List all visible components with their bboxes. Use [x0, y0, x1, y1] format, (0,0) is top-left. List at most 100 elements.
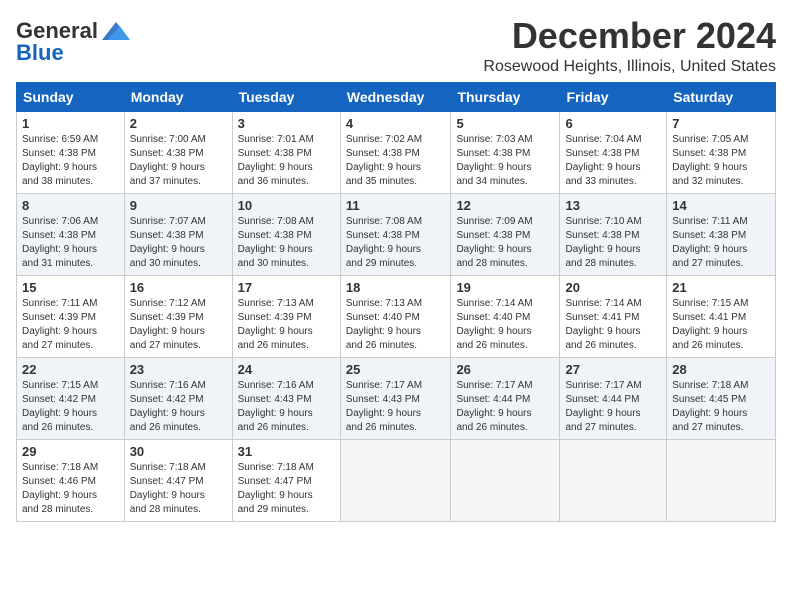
calendar-cell: 22 Sunrise: 7:15 AM Sunset: 4:42 PM Dayli… [17, 357, 125, 439]
logo-icon [102, 22, 130, 40]
calendar-cell: 26Sunrise: 7:17 AM Sunset: 4:44 PM Dayli… [451, 357, 560, 439]
day-number: 9 [130, 198, 227, 213]
day-number: 4 [346, 116, 446, 131]
calendar-cell: 24Sunrise: 7:16 AM Sunset: 4:43 PM Dayli… [232, 357, 340, 439]
day-number: 24 [238, 362, 335, 377]
day-info: Sunrise: 7:01 AM Sunset: 4:38 PM Dayligh… [238, 133, 335, 189]
day-info: Sunrise: 7:07 AM Sunset: 4:38 PM Dayligh… [130, 215, 227, 271]
calendar-cell: 17Sunrise: 7:13 AM Sunset: 4:39 PM Dayli… [232, 275, 340, 357]
day-number: 25 [346, 362, 446, 377]
day-info: Sunrise: 7:12 AM Sunset: 4:39 PM Dayligh… [130, 297, 227, 353]
day-number: 2 [130, 116, 227, 131]
weekday-header-row: SundayMondayTuesdayWednesdayThursdayFrid… [17, 82, 776, 111]
calendar-cell: 23Sunrise: 7:16 AM Sunset: 4:42 PM Dayli… [124, 357, 232, 439]
day-info: Sunrise: 7:08 AM Sunset: 4:38 PM Dayligh… [238, 215, 335, 271]
day-number: 27 [565, 362, 661, 377]
day-info: Sunrise: 7:17 AM Sunset: 4:44 PM Dayligh… [565, 379, 661, 435]
calendar-cell: 31 Sunrise: 7:18 AM Sunset: 4:47 PM Dayli… [232, 439, 340, 521]
day-info: Sunrise: 7:14 AM Sunset: 4:40 PM Dayligh… [456, 297, 554, 353]
day-info: Sunrise: 7:15 AM Sunset: 4:42 PM Dayligh… [22, 379, 119, 435]
day-number: 22 [22, 362, 119, 377]
month-title: December 2024 [483, 16, 776, 56]
calendar-cell: 5 Sunrise: 7:03 AM Sunset: 4:38 PM Daylig… [451, 111, 560, 193]
calendar-cell: 1 Sunrise: 6:59 AM Sunset: 4:38 PM Daylig… [17, 111, 125, 193]
day-number: 28 [672, 362, 770, 377]
day-info: Sunrise: 7:00 AM Sunset: 4:38 PM Dayligh… [130, 133, 227, 189]
day-number: 20 [565, 280, 661, 295]
title-area: December 2024 Rosewood Heights, Illinois… [483, 16, 776, 76]
day-info: Sunrise: 6:59 AM Sunset: 4:38 PM Dayligh… [22, 133, 119, 189]
day-number: 12 [456, 198, 554, 213]
day-number: 19 [456, 280, 554, 295]
weekday-header: Sunday [17, 82, 125, 111]
day-number: 15 [22, 280, 119, 295]
day-info: Sunrise: 7:17 AM Sunset: 4:44 PM Dayligh… [456, 379, 554, 435]
day-number: 29 [22, 444, 119, 459]
calendar-week-row: 15Sunrise: 7:11 AM Sunset: 4:39 PM Dayli… [17, 275, 776, 357]
day-number: 13 [565, 198, 661, 213]
day-info: Sunrise: 7:16 AM Sunset: 4:42 PM Dayligh… [130, 379, 227, 435]
day-info: Sunrise: 7:03 AM Sunset: 4:38 PM Dayligh… [456, 133, 554, 189]
calendar-table: SundayMondayTuesdayWednesdayThursdayFrid… [16, 82, 776, 522]
day-info: Sunrise: 7:14 AM Sunset: 4:41 PM Dayligh… [565, 297, 661, 353]
day-info: Sunrise: 7:06 AM Sunset: 4:38 PM Dayligh… [22, 215, 119, 271]
day-number: 5 [456, 116, 554, 131]
calendar-week-row: 22 Sunrise: 7:15 AM Sunset: 4:42 PM Dayli… [17, 357, 776, 439]
calendar-cell: 11Sunrise: 7:08 AM Sunset: 4:38 PM Dayli… [340, 193, 451, 275]
weekday-header: Monday [124, 82, 232, 111]
day-info: Sunrise: 7:17 AM Sunset: 4:43 PM Dayligh… [346, 379, 446, 435]
day-info: Sunrise: 7:10 AM Sunset: 4:38 PM Dayligh… [565, 215, 661, 271]
day-info: Sunrise: 7:02 AM Sunset: 4:38 PM Dayligh… [346, 133, 446, 189]
calendar-cell: 27 Sunrise: 7:17 AM Sunset: 4:44 PM Dayli… [560, 357, 667, 439]
weekday-header: Tuesday [232, 82, 340, 111]
calendar-cell: 21Sunrise: 7:15 AM Sunset: 4:41 PM Dayli… [667, 275, 776, 357]
logo-general: General [16, 20, 98, 42]
day-number: 11 [346, 198, 446, 213]
calendar-cell: 29 Sunrise: 7:18 AM Sunset: 4:46 PM Dayli… [17, 439, 125, 521]
logo-blue: Blue [16, 42, 64, 64]
day-number: 16 [130, 280, 227, 295]
day-number: 8 [22, 198, 119, 213]
page-header: General Blue December 2024 Rosewood Heig… [16, 16, 776, 76]
calendar-cell: 6 Sunrise: 7:04 AM Sunset: 4:38 PM Daylig… [560, 111, 667, 193]
calendar-cell: 8 Sunrise: 7:06 AM Sunset: 4:38 PM Daylig… [17, 193, 125, 275]
day-number: 30 [130, 444, 227, 459]
calendar-week-row: 1 Sunrise: 6:59 AM Sunset: 4:38 PM Daylig… [17, 111, 776, 193]
calendar-cell [667, 439, 776, 521]
day-info: Sunrise: 7:18 AM Sunset: 4:46 PM Dayligh… [22, 461, 119, 517]
calendar-cell: 25 Sunrise: 7:17 AM Sunset: 4:43 PM Dayli… [340, 357, 451, 439]
day-info: Sunrise: 7:18 AM Sunset: 4:47 PM Dayligh… [238, 461, 335, 517]
day-number: 3 [238, 116, 335, 131]
day-info: Sunrise: 7:09 AM Sunset: 4:38 PM Dayligh… [456, 215, 554, 271]
day-info: Sunrise: 7:05 AM Sunset: 4:38 PM Dayligh… [672, 133, 770, 189]
weekday-header: Friday [560, 82, 667, 111]
weekday-header: Thursday [451, 82, 560, 111]
calendar-cell: 15Sunrise: 7:11 AM Sunset: 4:39 PM Dayli… [17, 275, 125, 357]
calendar-cell: 28 Sunrise: 7:18 AM Sunset: 4:45 PM Dayli… [667, 357, 776, 439]
day-number: 18 [346, 280, 446, 295]
calendar-cell: 18 Sunrise: 7:13 AM Sunset: 4:40 PM Dayli… [340, 275, 451, 357]
day-info: Sunrise: 7:13 AM Sunset: 4:39 PM Dayligh… [238, 297, 335, 353]
day-number: 14 [672, 198, 770, 213]
calendar-cell: 19 Sunrise: 7:14 AM Sunset: 4:40 PM Dayli… [451, 275, 560, 357]
day-number: 10 [238, 198, 335, 213]
location-title: Rosewood Heights, Illinois, United State… [483, 58, 776, 76]
calendar-cell: 4 Sunrise: 7:02 AM Sunset: 4:38 PM Daylig… [340, 111, 451, 193]
day-info: Sunrise: 7:04 AM Sunset: 4:38 PM Dayligh… [565, 133, 661, 189]
calendar-cell: 7 Sunrise: 7:05 AM Sunset: 4:38 PM Daylig… [667, 111, 776, 193]
day-number: 1 [22, 116, 119, 131]
calendar-cell: 14Sunrise: 7:11 AM Sunset: 4:38 PM Dayli… [667, 193, 776, 275]
day-number: 6 [565, 116, 661, 131]
weekday-header: Saturday [667, 82, 776, 111]
calendar-cell: 16 Sunrise: 7:12 AM Sunset: 4:39 PM Dayli… [124, 275, 232, 357]
calendar-cell: 12 Sunrise: 7:09 AM Sunset: 4:38 PM Dayli… [451, 193, 560, 275]
calendar-cell [451, 439, 560, 521]
day-number: 7 [672, 116, 770, 131]
calendar-cell [340, 439, 451, 521]
calendar-cell: 3 Sunrise: 7:01 AM Sunset: 4:38 PM Daylig… [232, 111, 340, 193]
day-info: Sunrise: 7:18 AM Sunset: 4:45 PM Dayligh… [672, 379, 770, 435]
day-info: Sunrise: 7:13 AM Sunset: 4:40 PM Dayligh… [346, 297, 446, 353]
day-number: 31 [238, 444, 335, 459]
logo: General Blue [16, 20, 130, 64]
day-info: Sunrise: 7:15 AM Sunset: 4:41 PM Dayligh… [672, 297, 770, 353]
